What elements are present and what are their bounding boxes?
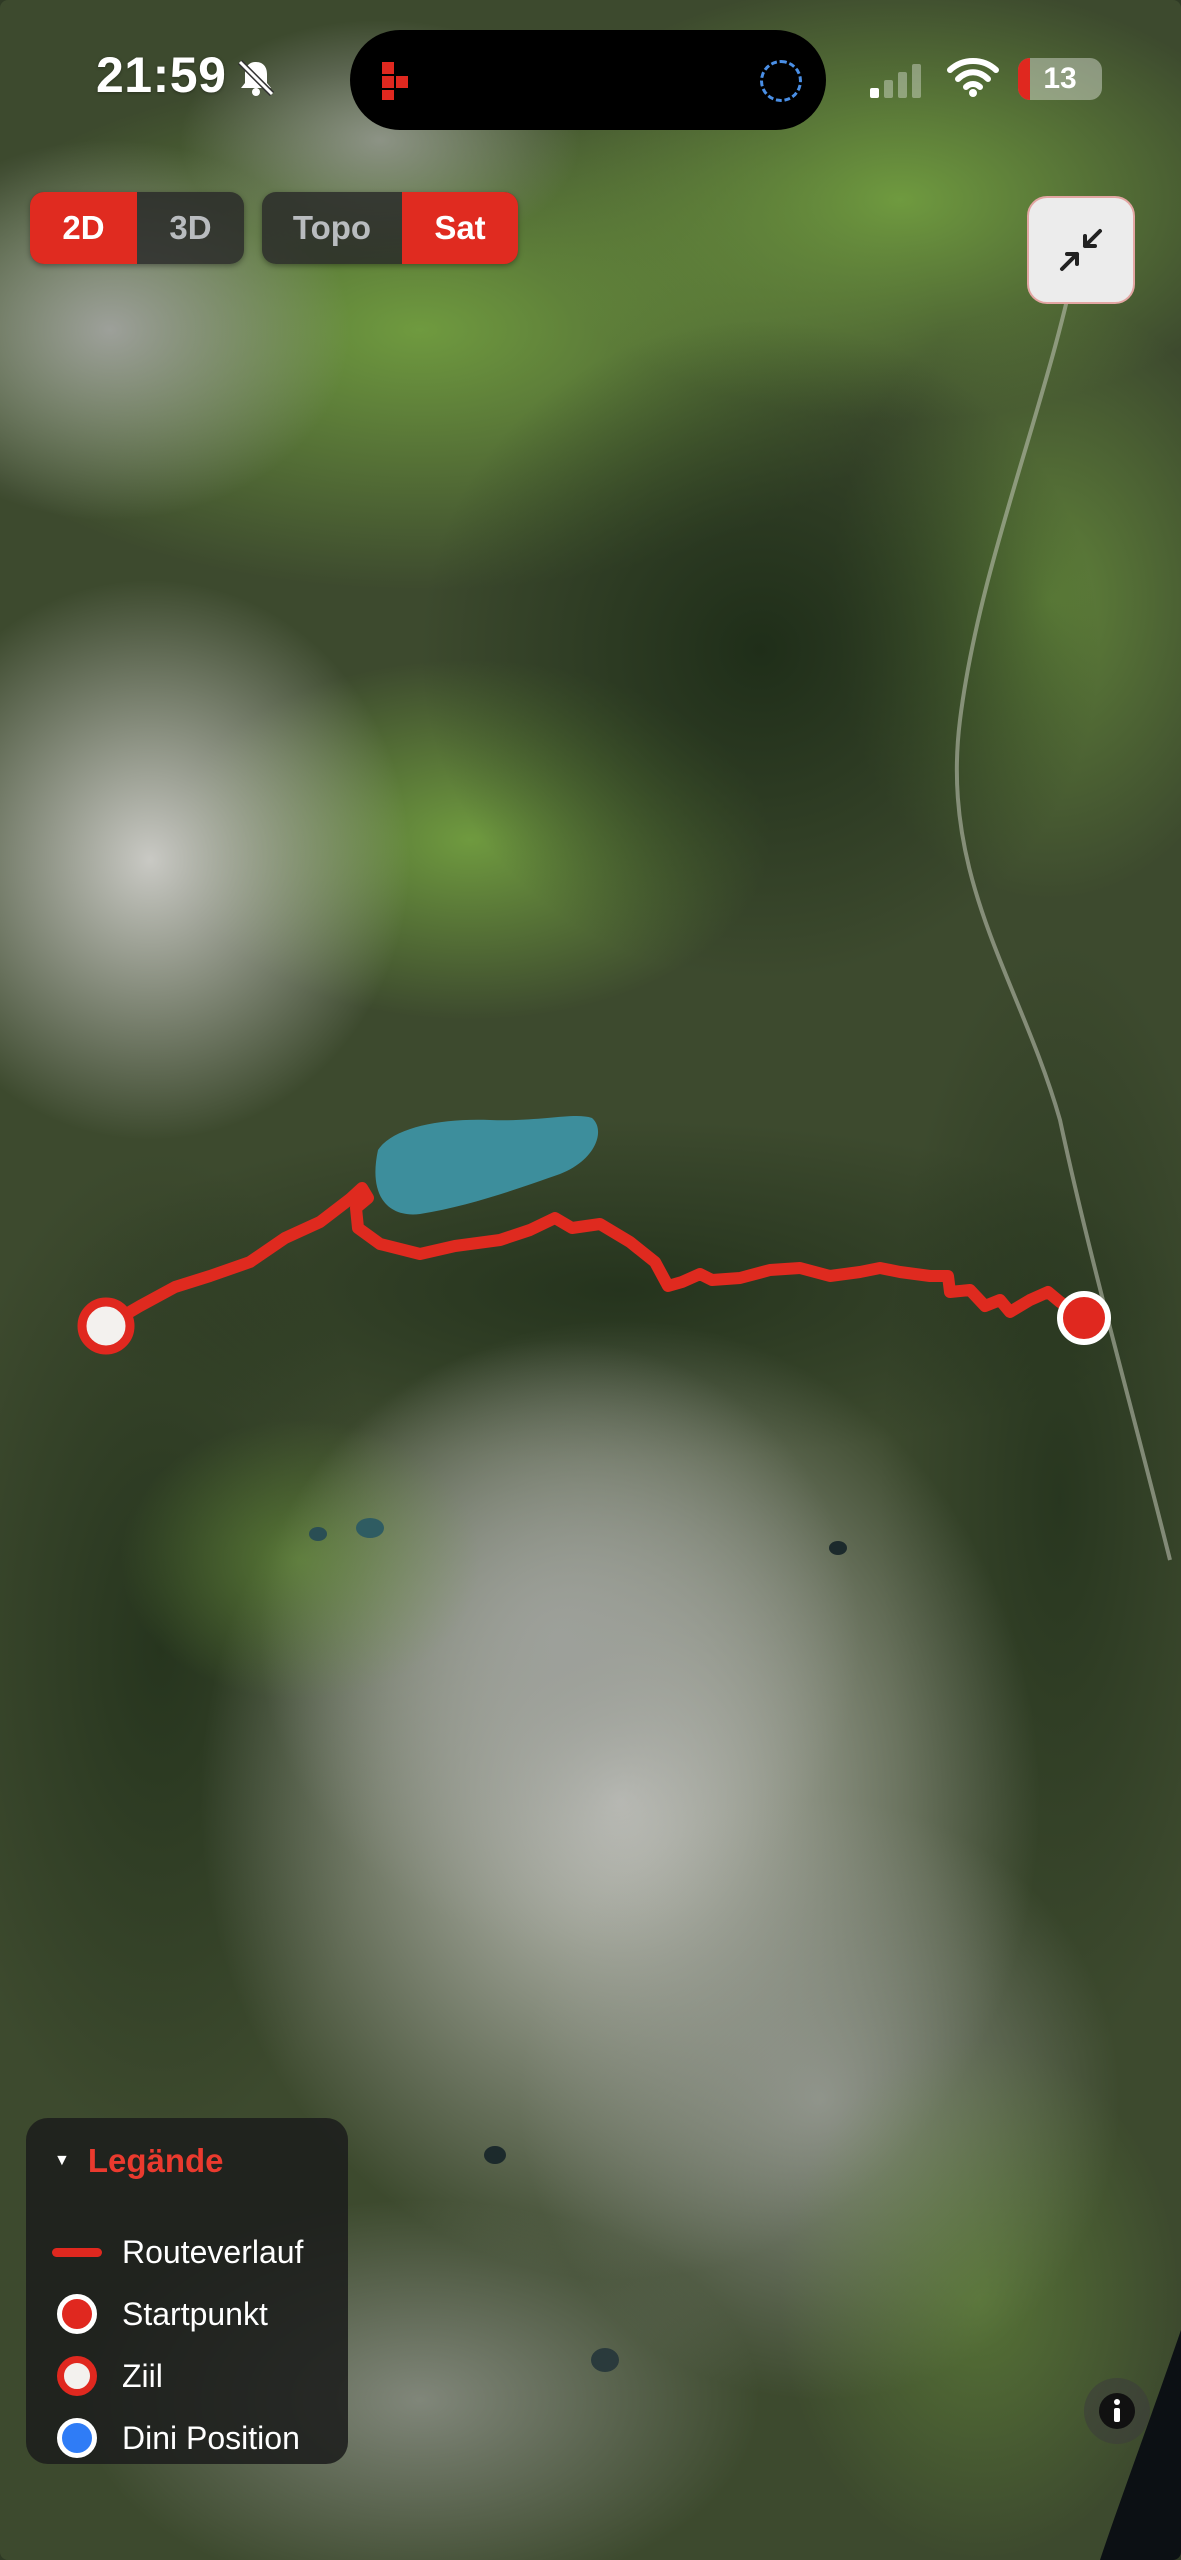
bell-slash-icon (237, 59, 275, 97)
collapse-arrows-icon (1060, 229, 1102, 271)
legend-item-label: Routeverlauf (122, 2233, 304, 2270)
map-screen: 21:59 13 2D 3D Topo Sat ▼ Legände Routev… (0, 0, 1181, 2560)
route-line-icon (26, 2228, 122, 2276)
cellular-signal-icon (870, 64, 921, 98)
start-marker (1057, 1291, 1111, 1345)
map-legend: ▼ Legände Routeverlauf Startpunkt Ziil D… (26, 2118, 348, 2464)
legend-header[interactable]: ▼ Legände (54, 2142, 224, 2180)
legend-item-route: Routeverlauf (26, 2228, 303, 2276)
legend-item-label: Dini Position (122, 2419, 300, 2456)
legend-item-label: Ziil (122, 2357, 163, 2394)
status-time: 21:59 (96, 47, 227, 103)
dimension-toggle: 2D 3D (30, 192, 244, 264)
map-style-toggle: Topo Sat (262, 192, 518, 264)
start-marker-icon (26, 2290, 122, 2338)
collapse-map-button[interactable] (1027, 196, 1135, 304)
position-marker-icon (26, 2414, 122, 2462)
legend-item-label: Startpunkt (122, 2295, 268, 2332)
app-activity-icon (382, 62, 408, 100)
toggle-sat-button[interactable]: Sat (402, 192, 518, 264)
toggle-2d-button[interactable]: 2D (30, 192, 137, 264)
toggle-topo-button[interactable]: Topo (262, 192, 402, 264)
legend-title: Legände (87, 2142, 224, 2179)
goal-marker (77, 1297, 135, 1355)
battery-icon: 13 (1018, 58, 1102, 100)
legend-item-goal: Ziil (26, 2352, 163, 2400)
wifi-icon (947, 58, 999, 97)
activity-ring-icon (760, 60, 802, 102)
legend-item-position: Dini Position (26, 2414, 300, 2462)
legend-item-start: Startpunkt (26, 2290, 268, 2338)
dynamic-island (350, 30, 826, 130)
info-icon (1099, 2393, 1135, 2429)
disclosure-triangle-icon: ▼ (54, 2152, 70, 2169)
info-button[interactable] (1084, 2378, 1150, 2444)
battery-level: 13 (1043, 62, 1077, 95)
toggle-3d-button[interactable]: 3D (137, 192, 244, 264)
goal-marker-icon (26, 2352, 122, 2400)
status-bar: 21:59 13 (0, 0, 1181, 140)
